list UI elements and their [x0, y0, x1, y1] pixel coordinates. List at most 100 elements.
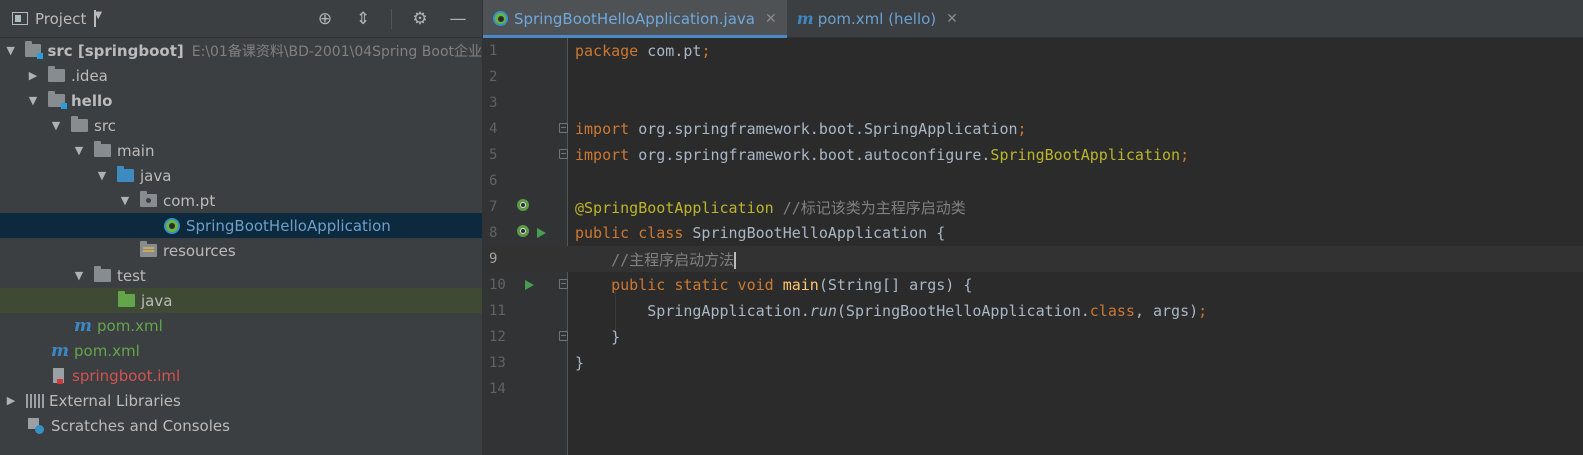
- collapse-arrow-icon[interactable]: ▶: [26, 69, 40, 82]
- tab-label: pom.xml (hello): [817, 9, 937, 28]
- editor-area: SpringBootHelloApplication.java ✕ m pom.…: [483, 0, 1583, 455]
- chevron-down-icon: ▼: [94, 10, 102, 27]
- code-line-13: 13 }: [483, 350, 1583, 376]
- tree-item-label: com.pt: [163, 191, 216, 210]
- folder-icon: [71, 116, 88, 132]
- tree-item-com-pt[interactable]: ▼ com.pt: [0, 188, 482, 213]
- fold-marker-icon[interactable]: [559, 279, 568, 289]
- line-number: 3: [489, 95, 498, 111]
- package-icon: [140, 191, 157, 207]
- expand-arrow-icon[interactable]: ▼: [95, 169, 109, 182]
- tree-item-label: resources: [163, 241, 236, 260]
- code-line-7: 7 @SpringBootApplication //标记该类为主程序启动类: [483, 194, 1583, 220]
- expand-arrow-icon[interactable]: ▼: [26, 94, 40, 107]
- code-text: SpringApplication.run(SpringBootHelloApp…: [575, 302, 1208, 320]
- run-icon[interactable]: [537, 228, 546, 238]
- tree-item-label: pom.xml: [74, 341, 140, 360]
- minimize-icon[interactable]: —: [448, 9, 468, 29]
- expand-arrow-icon[interactable]: ▼: [72, 269, 86, 282]
- close-icon[interactable]: ✕: [765, 11, 777, 27]
- scratches-icon: [28, 417, 44, 434]
- collapse-icon[interactable]: ⇕: [353, 9, 373, 29]
- tree-item-label: src: [94, 116, 116, 135]
- module-folder-icon: [48, 91, 67, 109]
- fold-marker-icon[interactable]: [559, 149, 568, 159]
- project-window-icon: [12, 12, 28, 25]
- line-number: 9: [489, 251, 498, 267]
- tab-pom-xml-hello[interactable]: m pom.xml (hello) ✕: [787, 0, 968, 37]
- tree-item-hello-pom[interactable]: m pom.xml: [0, 313, 482, 338]
- tree-item-test[interactable]: ▼ test: [0, 263, 482, 288]
- line-number: 13: [489, 355, 506, 371]
- tree-item-hello[interactable]: ▼ hello: [0, 88, 482, 113]
- expand-arrow-icon[interactable]: ▼: [118, 194, 132, 207]
- module-path: E:\01备课资料\BD-2001\04Spring Boot企业: [191, 43, 482, 60]
- tree-item-label: Scratches and Consoles: [51, 416, 230, 435]
- project-view-selector[interactable]: Project ▼: [0, 10, 102, 28]
- tree-item-src[interactable]: ▼ src: [0, 113, 482, 138]
- code-line-12: 12 }: [483, 324, 1583, 350]
- project-tree: ▼ src [springboot] E:\01备课资料\BD-2001\04S…: [0, 38, 482, 438]
- tree-item-idea[interactable]: ▶ .idea: [0, 63, 482, 88]
- folder-icon: [94, 266, 111, 282]
- gear-icon[interactable]: ⚙: [410, 9, 430, 29]
- expand-arrow-icon[interactable]: ▼: [49, 119, 63, 132]
- tree-item-java[interactable]: ▼ java: [0, 163, 482, 188]
- code-line-2: 2: [483, 64, 1583, 90]
- line-number: 1: [489, 43, 498, 59]
- code-line-14: 14: [483, 376, 1583, 402]
- line-number: 5: [489, 147, 498, 163]
- code-text: public static void main(String[] args) {: [575, 276, 973, 294]
- project-toolbar: ⊕ ⇕ ⚙ —: [315, 8, 482, 29]
- text-cursor: [734, 251, 737, 269]
- close-icon[interactable]: ✕: [946, 11, 958, 27]
- ide-window: Project ▼ ⊕ ⇕ ⚙ — ▼ src [springboot] E:\…: [0, 0, 1583, 455]
- tree-item-label: java: [140, 166, 172, 185]
- locate-icon[interactable]: ⊕: [315, 9, 335, 29]
- toolbar-divider: [391, 8, 392, 29]
- spring-boot-class-icon: [164, 217, 180, 234]
- tree-item-springboothelloapplication[interactable]: SpringBootHelloApplication: [0, 213, 482, 238]
- expand-arrow-icon[interactable]: ▼: [4, 44, 17, 57]
- expand-arrow-icon[interactable]: ▼: [72, 144, 86, 157]
- run-icon[interactable]: [525, 280, 534, 290]
- iml-file-icon: [53, 368, 64, 384]
- tree-item-root-pom[interactable]: m pom.xml: [0, 338, 482, 363]
- code-text: @SpringBootApplication //标记该类为主程序启动类: [575, 198, 966, 217]
- tab-label: SpringBootHelloApplication.java: [514, 9, 755, 28]
- tree-item-src-springboot[interactable]: ▼ src [springboot] E:\01备课资料\BD-2001\04S…: [0, 38, 482, 63]
- folder-icon: [48, 66, 65, 82]
- code-line-6: 6: [483, 168, 1583, 194]
- resources-folder-icon: [140, 241, 157, 257]
- code-text: public class SpringBootHelloApplication …: [575, 224, 946, 242]
- tree-item-label: SpringBootHelloApplication: [186, 216, 391, 235]
- maven-icon: m: [74, 315, 92, 336]
- project-panel: Project ▼ ⊕ ⇕ ⚙ — ▼ src [springboot] E:\…: [0, 0, 483, 455]
- tree-item-scratches[interactable]: Scratches and Consoles: [0, 413, 482, 438]
- fold-marker-icon[interactable]: [559, 331, 568, 341]
- collapse-arrow-icon[interactable]: ▶: [4, 394, 18, 407]
- tree-item-label: src [springboot]: [47, 41, 184, 60]
- tree-item-label: hello: [71, 91, 113, 110]
- line-number: 11: [489, 303, 506, 319]
- fold-marker-icon[interactable]: [559, 123, 568, 133]
- code-line-1: 1 package com.pt;: [483, 38, 1583, 64]
- tree-item-main[interactable]: ▼ main: [0, 138, 482, 163]
- code-editor[interactable]: 1 package com.pt; 2 3 4 import org.sprin…: [483, 38, 1583, 455]
- spring-bean-gutter-icon[interactable]: [517, 199, 529, 211]
- code-text: }: [575, 354, 585, 372]
- tree-item-external-libraries[interactable]: ▶ External Libraries: [0, 388, 482, 413]
- tree-item-resources[interactable]: resources: [0, 238, 482, 263]
- spring-bean-gutter-icon[interactable]: [517, 225, 529, 237]
- tree-item-label: main: [117, 141, 155, 160]
- tab-springboothelloapplication-java[interactable]: SpringBootHelloApplication.java ✕: [483, 0, 787, 38]
- code-line-10: 10 public static void main(String[] args…: [483, 272, 1583, 298]
- tree-item-test-java[interactable]: java: [0, 288, 482, 313]
- code-line-8: 8 public class SpringBootHelloApplicatio…: [483, 220, 1583, 246]
- code-text: //主程序启动方法: [575, 250, 737, 269]
- line-number: 4: [489, 121, 498, 137]
- tree-item-label: External Libraries: [49, 391, 181, 410]
- tree-item-label: test: [117, 266, 146, 285]
- tree-item-springboot-iml[interactable]: springboot.iml: [0, 363, 482, 388]
- tree-item-label: springboot.iml: [72, 366, 181, 385]
